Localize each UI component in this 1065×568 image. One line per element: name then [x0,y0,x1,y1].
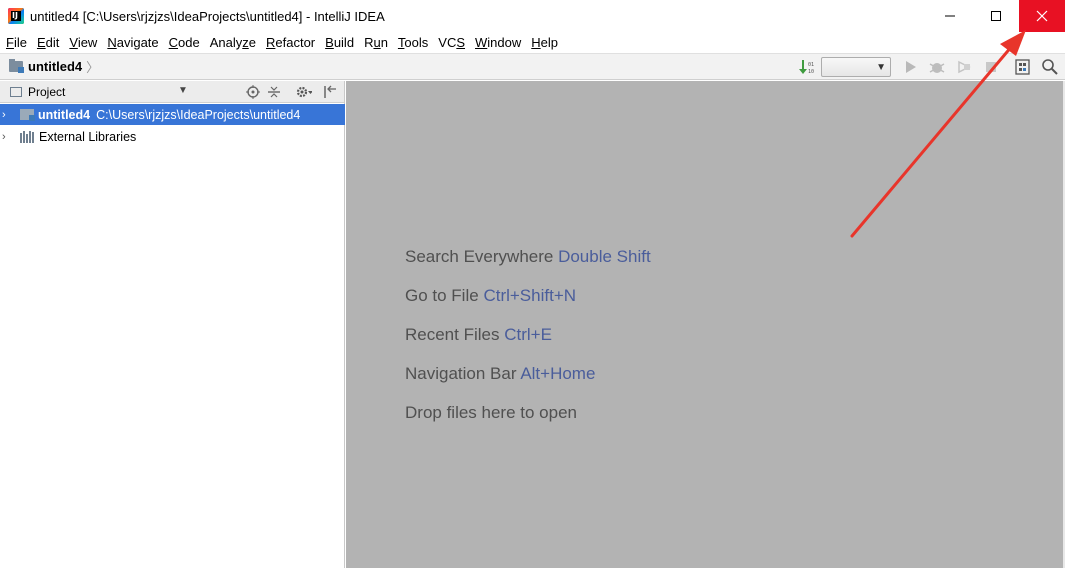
chevron-right-icon[interactable]: › [0,131,14,143]
chevron-down-icon[interactable]: ▼ [178,85,188,96]
close-icon [1036,10,1048,22]
menu-bar: File Edit View Navigate Code Analyze Refactor B… [0,32,1065,53]
tree-item-name: External Libraries [39,129,137,144]
run-icon[interactable] [901,58,919,76]
window-title: untitled4 [C:\Users\rjzjzs\IdeaProjects\… [30,8,385,24]
intellij-idea-icon: IJ [8,8,24,24]
hint-text: Recent Files [405,325,500,344]
hint-navigation-bar: Navigation Bar Alt+Home [405,364,595,384]
menu-window[interactable]: Window [471,35,527,50]
coverage-icon[interactable] [955,58,973,76]
menu-view[interactable]: View [65,35,103,50]
hint-drop-files: Drop files here to open [405,403,577,423]
menu-refactor[interactable]: Refactor [262,35,321,50]
hide-icon[interactable] [322,84,338,100]
menu-run[interactable]: Run [360,35,394,50]
hint-go-to-file: Go to File Ctrl+Shift+N [405,286,576,306]
hint-shortcut: Double Shift [558,247,651,266]
tree-item-name: untitled4 [38,107,91,122]
hint-text: Navigation Bar [405,364,517,383]
search-icon[interactable] [1041,58,1059,76]
project-tool-window: Project ▼ › untitled4 C:\Users\rjzjzs\Id… [0,81,345,568]
tree-item-path: C:\Users\rjzjzs\IdeaProjects\untitled4 [96,107,301,122]
menu-vcs[interactable]: VCS [434,35,471,50]
collapse-icon[interactable] [266,84,282,100]
breadcrumb[interactable]: untitled4 〉 [9,57,99,76]
hint-shortcut: Ctrl+Shift+N [483,286,577,305]
sync-icon[interactable] [245,84,261,100]
library-icon [20,130,34,143]
minimize-icon [945,15,955,17]
chevron-down-icon: ▼ [876,62,886,73]
breadcrumb-separator-icon: 〉 [86,60,100,75]
hint-shortcut: Ctrl+E [504,325,552,344]
menu-analyze[interactable]: Analyze [206,35,262,50]
editor-empty-area[interactable]: Search Everywhere Double Shift Go to Fil… [346,81,1063,568]
tree-item-project[interactable]: › untitled4 C:\Users\rjzjzs\IdeaProjects… [0,104,345,125]
svg-text:01: 01 [808,62,814,68]
hint-search-everywhere: Search Everywhere Double Shift [405,247,651,267]
maximize-icon [991,11,1001,21]
module-folder-icon [20,109,35,121]
menu-edit[interactable]: Edit [33,35,65,50]
hint-text: Search Everywhere [405,247,554,266]
close-button[interactable] [1019,0,1065,32]
debug-icon[interactable] [928,58,946,76]
project-folder-icon [9,59,24,73]
menu-tools[interactable]: Tools [394,35,434,50]
project-structure-icon[interactable] [1014,58,1032,76]
settings-icon[interactable] [296,84,312,100]
project-view-icon [10,86,22,97]
build-project-icon[interactable]: 01 10 [798,58,816,76]
hint-recent-files: Recent Files Ctrl+E [405,325,552,345]
hint-text: Drop files here to open [405,403,577,422]
minimize-button[interactable] [927,0,973,32]
chevron-right-icon[interactable]: › [0,109,14,121]
tree-item-external-libraries[interactable]: › External Libraries [0,126,345,147]
menu-navigate[interactable]: Navigate [103,35,164,50]
svg-text:10: 10 [808,69,814,75]
maximize-button[interactable] [973,0,1019,32]
stop-icon[interactable] [982,58,1000,76]
menu-file[interactable]: File [2,35,33,50]
run-config-select[interactable]: ▼ [821,57,891,77]
title-bar: IJ untitled4 [C:\Users\rjzjzs\IdeaProjec… [0,0,1065,32]
hint-shortcut: Alt+Home [520,364,596,383]
project-panel-header: Project ▼ [0,81,344,103]
project-panel-title[interactable]: Project [28,85,65,99]
breadcrumb-project: untitled4 [28,59,83,74]
menu-build[interactable]: Build [321,35,360,50]
menu-help[interactable]: Help [527,35,564,50]
hint-text: Go to File [405,286,479,305]
menu-code[interactable]: Code [165,35,206,50]
